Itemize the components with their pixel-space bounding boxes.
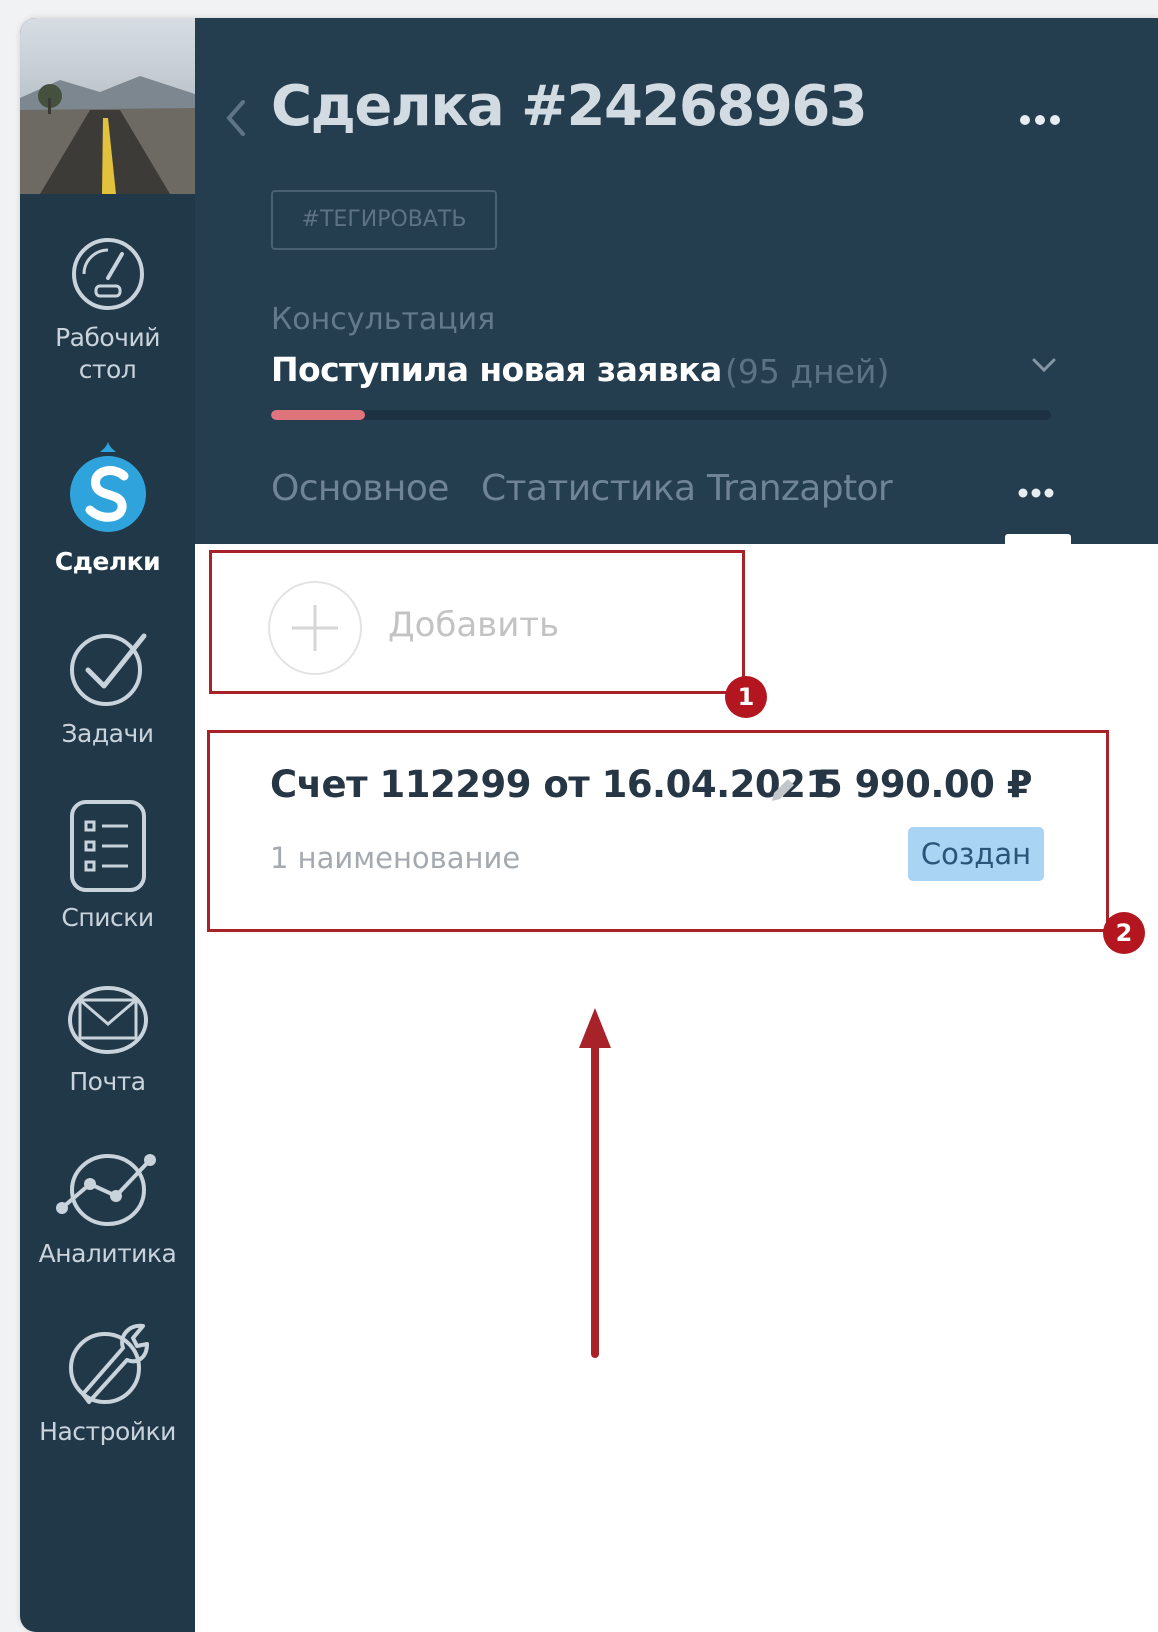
sidebar-label-dashboard: Рабочий стол [55, 323, 160, 384]
sidebar-label-deals: Сделки [54, 547, 161, 576]
tabs-more-icon[interactable] [1016, 484, 1056, 502]
sidebar-item-settings[interactable]: Настройки [20, 1318, 195, 1448]
active-tab-indicator [1005, 534, 1071, 544]
sidebar-item-tasks[interactable]: Задачи [20, 626, 195, 750]
stage-duration: (95 дней) [725, 352, 890, 391]
wrench-icon [20, 1318, 195, 1408]
status-badge: Создан [908, 827, 1044, 881]
invoice-card[interactable]: Счет 112299 от 16.04.2021 5 990.00 ₽ 1 н… [207, 730, 1109, 932]
annotation-arrow-up-icon [575, 1004, 615, 1364]
sidebar-label-lists: Списки [61, 903, 154, 932]
plus-icon [268, 581, 362, 675]
pipeline-name: Консультация [271, 302, 496, 337]
user-avatar-photo[interactable] [20, 18, 195, 194]
stage-select[interactable]: Поступила новая заявка [271, 350, 722, 389]
more-options-icon[interactable] [1017, 108, 1063, 132]
invoice-items-count: 1 наименование [270, 841, 521, 875]
app-window: Рабочий стол Сделки Задачи Списки Почта … [20, 18, 1158, 1632]
add-invoice-button[interactable]: Добавить [209, 550, 745, 694]
analytics-icon [20, 1148, 195, 1230]
annotation-marker-2: 2 [1103, 912, 1145, 954]
back-arrow-icon[interactable] [221, 86, 251, 146]
mail-icon [20, 978, 195, 1058]
speedometer-icon [20, 234, 195, 314]
chevron-down-icon[interactable] [1030, 356, 1058, 374]
sidebar-item-lists[interactable]: Списки [20, 798, 195, 934]
sidebar-item-mail[interactable]: Почта [20, 978, 195, 1098]
sidebar-label-tasks: Задачи [61, 719, 154, 748]
stage-progress-fill [271, 410, 365, 420]
list-icon [20, 798, 195, 894]
deal-title: Сделка #24268963 [271, 74, 868, 139]
annotation-marker-1: 1 [725, 676, 767, 718]
sidebar-label-settings: Настройки [39, 1417, 176, 1446]
checkmark-circle-icon [20, 626, 195, 710]
sidebar-item-analytics[interactable]: Аналитика [20, 1148, 195, 1270]
pencil-edit-icon[interactable] [766, 775, 798, 807]
deals-logo-icon [20, 438, 195, 538]
tab-main[interactable]: Основное [271, 468, 449, 509]
sidebar-item-deals[interactable]: Сделки [20, 438, 195, 578]
sidebar-item-dashboard[interactable]: Рабочий стол [20, 234, 195, 386]
sidebar: Рабочий стол Сделки Задачи Списки Почта … [20, 18, 195, 1632]
add-label: Добавить [388, 605, 560, 645]
invoice-sum: 5 990.00 ₽ [816, 763, 1033, 806]
invoice-title: Счет 112299 от 16.04.2021 [270, 763, 831, 806]
stage-progress-bar [271, 410, 1051, 420]
tab-tranzaptor[interactable]: Tranzaptor [707, 468, 893, 509]
tag-button[interactable]: #ТЕГИРОВАТЬ [271, 190, 497, 250]
sidebar-label-mail: Почта [69, 1067, 146, 1096]
deal-header: Сделка #24268963 #ТЕГИРОВАТЬ Консультаци… [195, 18, 1158, 544]
tab-statistics[interactable]: Статистика [481, 468, 696, 509]
sidebar-label-analytics: Аналитика [38, 1239, 177, 1268]
invoices-panel: Добавить 1 Счет 112299 от 16.04.2021 5 9… [195, 544, 1158, 1632]
